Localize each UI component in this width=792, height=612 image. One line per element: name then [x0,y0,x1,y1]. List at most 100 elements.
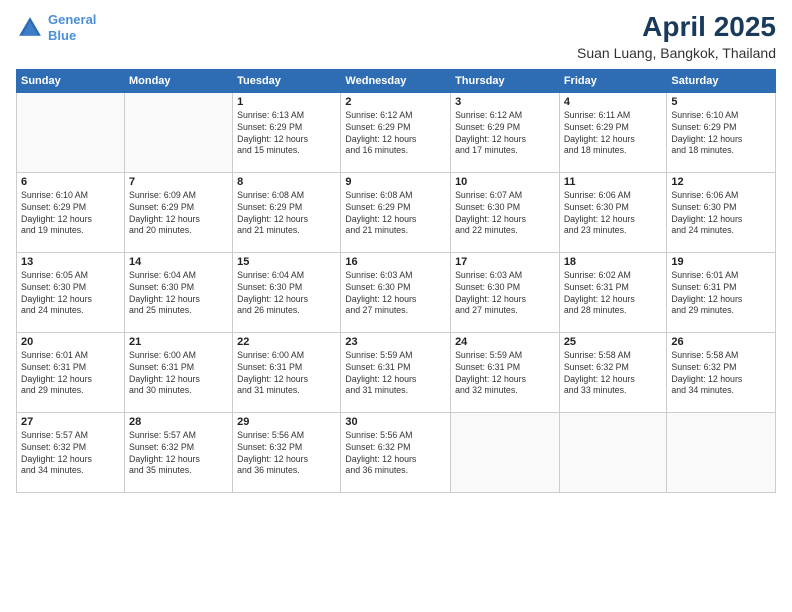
day-detail: Sunrise: 6:00 AM Sunset: 6:31 PM Dayligh… [237,350,336,398]
header: General Blue April 2025 Suan Luang, Bang… [16,12,776,61]
day-detail: Sunrise: 6:06 AM Sunset: 6:30 PM Dayligh… [671,190,771,238]
day-detail: Sunrise: 6:04 AM Sunset: 6:30 PM Dayligh… [129,270,228,318]
day-number: 7 [129,176,228,188]
calendar-day-header: Thursday [451,69,560,92]
day-number: 6 [21,176,120,188]
calendar-cell [451,412,560,492]
calendar-week-row: 6 Sunrise: 6:10 AM Sunset: 6:29 PM Daylig… [17,172,776,252]
calendar-cell [559,412,667,492]
calendar-day-header: Sunday [17,69,125,92]
day-number: 20 [21,336,120,348]
calendar-day-header: Monday [124,69,232,92]
calendar-cell: 15Sunrise: 6:04 AM Sunset: 6:30 PM Dayli… [233,252,341,332]
calendar-day-header: Saturday [667,69,776,92]
day-number: 1 [237,96,336,108]
calendar-cell: 5Sunrise: 6:10 AM Sunset: 6:29 PM Daylig… [667,92,776,172]
calendar-cell: 1 Sunrise: 6:13 AM Sunset: 6:29 PM Daylig… [233,92,341,172]
day-number: 8 [237,176,336,188]
main-title: April 2025 [577,12,776,43]
logo-line1: General [48,12,96,27]
calendar-day-header: Tuesday [233,69,341,92]
calendar-cell: 16Sunrise: 6:03 AM Sunset: 6:30 PM Dayli… [341,252,451,332]
day-detail: Sunrise: 6:03 AM Sunset: 6:30 PM Dayligh… [455,270,555,318]
calendar-cell: 14 Sunrise: 6:04 AM Sunset: 6:30 PM Dayli… [124,252,232,332]
day-detail: Sunrise: 6:00 AM Sunset: 6:31 PM Dayligh… [129,350,228,398]
calendar-cell: 17 Sunrise: 6:03 AM Sunset: 6:30 PM Dayli… [451,252,560,332]
day-number: 11 [564,176,663,188]
logo-icon [16,14,44,42]
calendar-cell: 24 Sunrise: 5:59 AM Sunset: 6:31 PM Dayli… [451,332,560,412]
day-number: 21 [129,336,228,348]
day-detail: Sunrise: 6:12 AM Sunset: 6:29 PM Dayligh… [345,110,446,158]
day-detail: Sunrise: 5:56 AM Sunset: 6:32 PM Dayligh… [345,430,446,478]
day-number: 25 [564,336,663,348]
calendar-week-row: 20 Sunrise: 6:01 AM Sunset: 6:31 PM Dayli… [17,332,776,412]
day-number: 23 [345,336,446,348]
day-number: 14 [129,256,228,268]
calendar-cell: 13Sunrise: 6:05 AM Sunset: 6:30 PM Dayli… [17,252,125,332]
calendar-cell [124,92,232,172]
day-number: 12 [671,176,771,188]
calendar-day-header: Wednesday [341,69,451,92]
day-detail: Sunrise: 5:58 AM Sunset: 6:32 PM Dayligh… [671,350,771,398]
day-detail: Sunrise: 6:11 AM Sunset: 6:29 PM Dayligh… [564,110,663,158]
day-detail: Sunrise: 6:01 AM Sunset: 6:31 PM Dayligh… [671,270,771,318]
day-detail: Sunrise: 6:01 AM Sunset: 6:31 PM Dayligh… [21,350,120,398]
day-number: 17 [455,256,555,268]
logo-text: General Blue [48,12,96,43]
day-detail: Sunrise: 5:58 AM Sunset: 6:32 PM Dayligh… [564,350,663,398]
day-detail: Sunrise: 6:08 AM Sunset: 6:29 PM Dayligh… [345,190,446,238]
day-number: 18 [564,256,663,268]
day-number: 10 [455,176,555,188]
calendar-cell: 8 Sunrise: 6:08 AM Sunset: 6:29 PM Daylig… [233,172,341,252]
page: General Blue April 2025 Suan Luang, Bang… [0,0,792,612]
day-detail: Sunrise: 6:03 AM Sunset: 6:30 PM Dayligh… [345,270,446,318]
day-number: 29 [237,416,336,428]
calendar-day-header: Friday [559,69,667,92]
logo-line2: Blue [48,28,76,43]
calendar-cell [17,92,125,172]
calendar-cell: 4Sunrise: 6:11 AM Sunset: 6:29 PM Daylig… [559,92,667,172]
day-number: 3 [455,96,555,108]
day-detail: Sunrise: 6:10 AM Sunset: 6:29 PM Dayligh… [21,190,120,238]
day-detail: Sunrise: 5:56 AM Sunset: 6:32 PM Dayligh… [237,430,336,478]
day-number: 19 [671,256,771,268]
calendar-cell: 22 Sunrise: 6:00 AM Sunset: 6:31 PM Dayli… [233,332,341,412]
calendar-week-row: 27 Sunrise: 5:57 AM Sunset: 6:32 PM Dayli… [17,412,776,492]
calendar-week-row: 1 Sunrise: 6:13 AM Sunset: 6:29 PM Daylig… [17,92,776,172]
calendar-cell: 20 Sunrise: 6:01 AM Sunset: 6:31 PM Dayli… [17,332,125,412]
calendar-cell: 28 Sunrise: 5:57 AM Sunset: 6:32 PM Dayli… [124,412,232,492]
calendar-cell: 11 Sunrise: 6:06 AM Sunset: 6:30 PM Dayli… [559,172,667,252]
calendar-cell: 26 Sunrise: 5:58 AM Sunset: 6:32 PM Dayli… [667,332,776,412]
calendar-cell: 9Sunrise: 6:08 AM Sunset: 6:29 PM Daylig… [341,172,451,252]
day-detail: Sunrise: 6:06 AM Sunset: 6:30 PM Dayligh… [564,190,663,238]
day-number: 15 [237,256,336,268]
day-detail: Sunrise: 5:57 AM Sunset: 6:32 PM Dayligh… [129,430,228,478]
calendar-cell: 6 Sunrise: 6:10 AM Sunset: 6:29 PM Daylig… [17,172,125,252]
calendar-cell [667,412,776,492]
day-number: 24 [455,336,555,348]
calendar-cell: 30Sunrise: 5:56 AM Sunset: 6:32 PM Dayli… [341,412,451,492]
day-number: 13 [21,256,120,268]
calendar-cell: 7 Sunrise: 6:09 AM Sunset: 6:29 PM Daylig… [124,172,232,252]
day-number: 26 [671,336,771,348]
day-detail: Sunrise: 6:10 AM Sunset: 6:29 PM Dayligh… [671,110,771,158]
day-detail: Sunrise: 6:08 AM Sunset: 6:29 PM Dayligh… [237,190,336,238]
title-block: April 2025 Suan Luang, Bangkok, Thailand [577,12,776,61]
day-number: 27 [21,416,120,428]
calendar-week-row: 13Sunrise: 6:05 AM Sunset: 6:30 PM Dayli… [17,252,776,332]
calendar-cell: 12 Sunrise: 6:06 AM Sunset: 6:30 PM Dayli… [667,172,776,252]
day-detail: Sunrise: 5:57 AM Sunset: 6:32 PM Dayligh… [21,430,120,478]
day-detail: Sunrise: 6:13 AM Sunset: 6:29 PM Dayligh… [237,110,336,158]
day-detail: Sunrise: 5:59 AM Sunset: 6:31 PM Dayligh… [455,350,555,398]
day-detail: Sunrise: 6:09 AM Sunset: 6:29 PM Dayligh… [129,190,228,238]
calendar-cell: 25 Sunrise: 5:58 AM Sunset: 6:32 PM Dayli… [559,332,667,412]
day-number: 22 [237,336,336,348]
calendar-cell: 19 Sunrise: 6:01 AM Sunset: 6:31 PM Dayli… [667,252,776,332]
calendar-cell: 21 Sunrise: 6:00 AM Sunset: 6:31 PM Dayli… [124,332,232,412]
calendar-cell: 2Sunrise: 6:12 AM Sunset: 6:29 PM Daylig… [341,92,451,172]
day-detail: Sunrise: 5:59 AM Sunset: 6:31 PM Dayligh… [345,350,446,398]
day-number: 28 [129,416,228,428]
calendar-cell: 18Sunrise: 6:02 AM Sunset: 6:31 PM Dayli… [559,252,667,332]
calendar-cell: 3Sunrise: 6:12 AM Sunset: 6:29 PM Daylig… [451,92,560,172]
